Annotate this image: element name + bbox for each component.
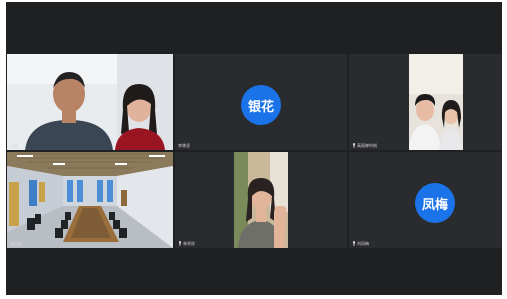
participant-name-6: 刘凤梅 xyxy=(357,241,369,246)
participant-tile-6[interactable]: 凤梅 刘凤梅 xyxy=(349,152,502,248)
participant-tile-2[interactable]: 银花 李晓凌 xyxy=(175,54,347,150)
participant-label-4: 高云凯 xyxy=(10,241,22,246)
avatar-text-6: 凤梅 xyxy=(421,197,448,213)
participant-name-5: 林秀欣 xyxy=(183,241,195,246)
participant-label-5: 林秀欣 xyxy=(178,241,195,246)
participant-tile-5[interactable]: 林秀欣 xyxy=(175,152,347,248)
participant-name-2: 李晓凌 xyxy=(178,143,190,148)
participant-tile-4[interactable]: 高云凯 xyxy=(7,152,173,248)
avatar-text-2: 银花 xyxy=(247,99,274,115)
participant-avatar-2: 银花 xyxy=(241,85,281,125)
participant-avatar-6: 凤梅 xyxy=(415,183,455,223)
participant-tile-1[interactable]: 凯蒙 xyxy=(7,54,173,150)
mic-icon xyxy=(353,143,355,148)
participant-video-3 xyxy=(409,54,463,150)
participant-video-5 xyxy=(234,152,288,248)
participant-tile-3[interactable]: 高雨婷时刻 xyxy=(349,54,502,150)
participant-label-6: 刘凤梅 xyxy=(352,241,369,246)
participant-name-4: 高云凯 xyxy=(10,241,22,246)
participant-label-2: 李晓凌 xyxy=(178,143,190,148)
participant-video-1 xyxy=(7,54,173,150)
participant-name-1: 凯蒙 xyxy=(10,143,18,148)
participant-label-1: 凯蒙 xyxy=(10,143,18,148)
mic-icon xyxy=(353,241,355,246)
participant-video-4 xyxy=(7,152,173,248)
meeting-window: 凯蒙 银花 李晓凌 高雨婷时刻 高云凯 林秀欣 凤梅 刘凤梅 xyxy=(6,2,502,295)
participant-name-3: 高雨婷时刻 xyxy=(357,143,377,148)
mic-icon xyxy=(179,241,181,246)
participant-label-3: 高雨婷时刻 xyxy=(352,143,377,148)
